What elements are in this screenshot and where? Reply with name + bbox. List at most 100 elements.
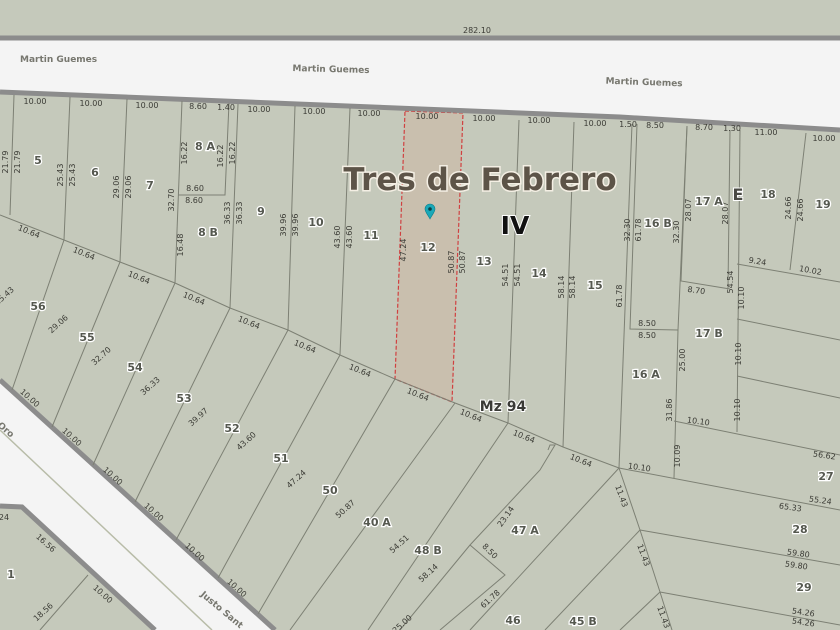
dimension-label: 32.30 bbox=[623, 219, 632, 242]
lot-number-label[interactable]: 1 bbox=[6, 567, 16, 583]
dimension-label: 16.22 bbox=[228, 142, 237, 165]
pin-dot bbox=[428, 207, 432, 211]
lot-number-label[interactable]: 8 A bbox=[194, 139, 217, 155]
parcel-boundary-line bbox=[51, 261, 121, 428]
cadastral-map[interactable]: Martin Guemes Martin Guemes Martin Guemes J… bbox=[0, 0, 840, 630]
lot-number-label[interactable]: 51 bbox=[272, 451, 290, 467]
dimension-label: 28.07 bbox=[684, 199, 693, 222]
lot-number-label[interactable]: 54 bbox=[126, 360, 144, 376]
dimension-label: 10.00 bbox=[24, 97, 47, 106]
lot-number-label[interactable]: 10 bbox=[307, 215, 325, 231]
parcel-boundary-line bbox=[175, 329, 289, 541]
dimension-label: 10.00 bbox=[473, 114, 496, 123]
parcel-boundary-line bbox=[736, 375, 840, 399]
dimension-label: 43.60 bbox=[345, 226, 354, 249]
dimension-label: 31.86 bbox=[665, 399, 674, 422]
lot-number-label[interactable]: 16 B bbox=[643, 216, 673, 232]
lot-number-label[interactable]: 14 bbox=[530, 266, 548, 282]
dimension-label: 56.62 bbox=[812, 449, 836, 461]
dimension-label: 10.64 bbox=[348, 362, 373, 379]
lot-number-label[interactable]: 18 bbox=[759, 187, 777, 203]
dimension-label: 47.24 bbox=[399, 239, 408, 262]
lot-number-label[interactable]: 9 bbox=[256, 204, 266, 220]
parcel-boundary-line bbox=[736, 318, 840, 341]
dimension-label: 61.78 bbox=[615, 285, 624, 308]
dimension-label: 24.66 bbox=[796, 199, 805, 222]
dimension-label: 10.00 bbox=[248, 105, 271, 114]
dimension-label: 54.26 bbox=[791, 616, 815, 628]
dimension-label: 11.00 bbox=[755, 128, 778, 137]
dimension-label: 21.79 bbox=[1, 151, 10, 174]
dimension-label: 8.50 bbox=[638, 331, 656, 340]
dimension-label: 8.50 bbox=[480, 542, 499, 561]
lot-number-label[interactable]: 19 bbox=[814, 197, 832, 213]
sector-label: E bbox=[733, 185, 744, 204]
lot-number-label[interactable]: 27 bbox=[817, 469, 835, 485]
lot-number-label[interactable]: 56 bbox=[29, 299, 47, 315]
dimension-label: 10.64 bbox=[512, 428, 537, 445]
street-name-label: Martin Guemes bbox=[292, 64, 369, 76]
dimension-label: 54.51 bbox=[388, 533, 411, 555]
dimension-label: 10.10 bbox=[734, 343, 743, 366]
dimension-label: 29.06 bbox=[124, 176, 133, 199]
lot-number-label[interactable]: 28 bbox=[791, 522, 809, 538]
lot-number-label[interactable]: 13 bbox=[475, 254, 493, 270]
dimension-label: 18.56 bbox=[32, 601, 55, 623]
dimension-label: 25.00 bbox=[391, 613, 414, 630]
dimension-label: 8.50 bbox=[646, 121, 664, 130]
dimension-label: 16.22 bbox=[216, 145, 225, 168]
dimension-label: 47.24 bbox=[285, 468, 308, 490]
street-name-label: Martin Guemes bbox=[20, 55, 97, 65]
parcel-boundary-line bbox=[217, 354, 341, 579]
lot-number-label[interactable]: 17 A bbox=[694, 194, 725, 210]
lot-number-label[interactable]: 40 A bbox=[362, 515, 393, 531]
dimension-label: 43.60 bbox=[333, 226, 342, 249]
dimension-label: 10.64 bbox=[17, 223, 42, 240]
dimension-label: 25.43 bbox=[68, 164, 77, 187]
dimension-label: 10.10 bbox=[686, 415, 710, 427]
lot-number-label[interactable]: 15 bbox=[586, 278, 604, 294]
lot-number-label[interactable]: 6 bbox=[90, 165, 101, 181]
lot-number-label[interactable]: 11 bbox=[362, 228, 380, 244]
lot-number-label[interactable]: 17 B bbox=[694, 326, 724, 342]
lot-number-label[interactable]: 5 bbox=[33, 153, 43, 169]
lot-number-label[interactable]: 29 bbox=[795, 580, 813, 596]
dimension-label: 8.70 bbox=[695, 123, 713, 132]
dimension-label: 10.64 bbox=[569, 452, 594, 469]
lot-number-label[interactable]: 16 A bbox=[631, 367, 662, 383]
dimension-label: 9.24 bbox=[748, 256, 767, 268]
lot-number-label[interactable]: 53 bbox=[175, 391, 193, 407]
dimension-label: 36.33 bbox=[235, 202, 244, 225]
dimension-label: 25.00 bbox=[678, 349, 687, 372]
dimension-label: 54.51 bbox=[513, 264, 522, 287]
zone-label: IV bbox=[501, 211, 530, 240]
dimension-label: 11.43 bbox=[613, 484, 629, 509]
dimension-label: 39.97 bbox=[187, 406, 210, 428]
parcel-boundary-line bbox=[399, 444, 556, 630]
dimension-label: 39.96 bbox=[279, 214, 288, 237]
block-label: Mz 94 bbox=[480, 399, 527, 415]
dimension-label: 10.00 bbox=[584, 119, 607, 128]
lot-number-label[interactable]: 8 B bbox=[197, 225, 219, 241]
parcel-boundary-line bbox=[736, 129, 741, 433]
lot-number-label[interactable]: 45 B bbox=[568, 614, 598, 630]
dimension-label: 8.60 bbox=[189, 102, 207, 111]
dimension-label: 29.06 bbox=[112, 176, 121, 199]
lot-number-label[interactable]: 50 bbox=[321, 483, 339, 499]
lot-number-label[interactable]: 48 B bbox=[413, 543, 443, 559]
dimension-label: 58.14 bbox=[557, 276, 566, 299]
lot-number-label[interactable]: 47 A bbox=[510, 523, 541, 539]
lot-number-label[interactable]: 7 bbox=[145, 178, 155, 194]
lot-number-label[interactable]: 52 bbox=[223, 421, 241, 437]
lot-number-label[interactable]: 46 bbox=[504, 613, 522, 629]
dimension-label: 10.64 bbox=[127, 269, 152, 286]
dimension-label: 10.00 bbox=[80, 99, 103, 108]
dimension-label: 282.10 bbox=[463, 26, 491, 35]
dimension-label: 16.22 bbox=[180, 142, 189, 165]
parcel-boundary-line bbox=[134, 307, 231, 503]
lot-number-label[interactable]: 12 bbox=[419, 240, 437, 256]
dimension-label: 10.00 bbox=[136, 101, 159, 110]
map-canvas[interactable]: Martin GuemesMartin GuemesMartin GuemesJ… bbox=[0, 0, 840, 630]
dimension-label: 1.30 bbox=[723, 124, 741, 133]
lot-number-label[interactable]: 55 bbox=[78, 330, 96, 346]
